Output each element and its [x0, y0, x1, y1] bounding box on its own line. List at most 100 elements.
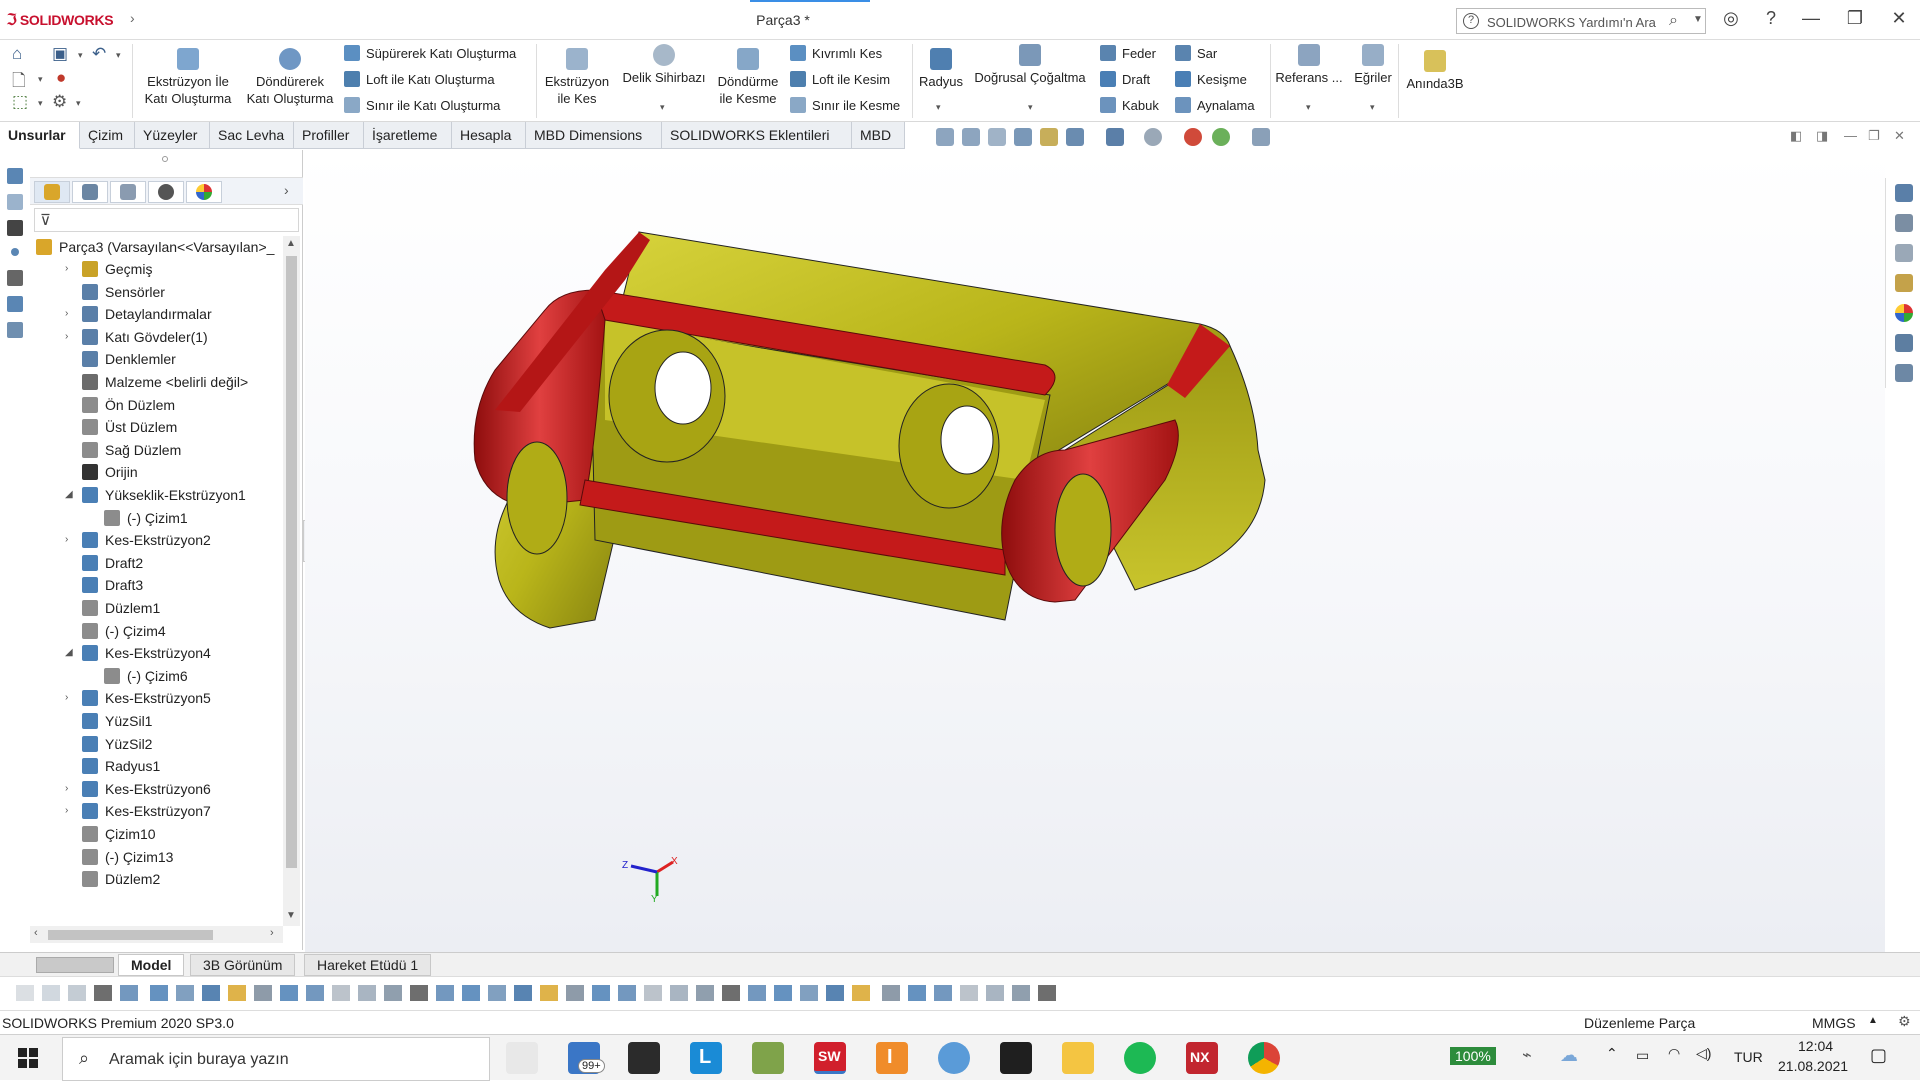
swept-cut-button[interactable]: Kıvrımlı Kes: [790, 45, 882, 61]
scroll-thumb[interactable]: [286, 256, 297, 868]
extrude-boss-button[interactable]: Ekstrüzyon İle Katı Oluşturma: [138, 48, 238, 107]
tree-item[interactable]: › Detaylandırmalar: [65, 303, 212, 325]
account-icon[interactable]: ◎: [1716, 8, 1746, 29]
toolbar-tool-icon[interactable]: [774, 985, 792, 1001]
expand-icon[interactable]: ›: [65, 778, 68, 800]
windows-start-icon[interactable]: [18, 1048, 38, 1068]
toolbar-tool-icon[interactable]: [826, 985, 844, 1001]
help-search-input[interactable]: SOLIDWORKS Yardımı'n Ara: [1487, 15, 1656, 30]
solidworks-resources-icon[interactable]: [1895, 184, 1913, 202]
tree-root-part[interactable]: Parça3 (Varsayılan<<Varsayılan>_: [36, 236, 274, 258]
toolbar-tool-icon[interactable]: [722, 985, 740, 1001]
toolbar-tool-icon[interactable]: [934, 985, 952, 1001]
tree-filter[interactable]: ⊽: [34, 208, 299, 232]
taskbar-search[interactable]: ⌕ Aramak için buraya yazın: [62, 1037, 490, 1081]
save-icon[interactable]: ▣: [52, 44, 68, 64]
tree-item[interactable]: Draft3: [82, 574, 143, 596]
expand-icon[interactable]: ›: [65, 800, 68, 822]
tab-property-manager[interactable]: [72, 181, 108, 203]
assembly-tool-icon[interactable]: [7, 322, 23, 338]
tree-item[interactable]: Düzlem2: [82, 868, 160, 890]
status-settings-icon[interactable]: ⚙: [1898, 1013, 1911, 1030]
fusion-app-icon[interactable]: [938, 1042, 970, 1074]
tab-evaluate[interactable]: Hesapla: [452, 122, 526, 149]
scroll-up-icon[interactable]: ▲: [286, 238, 296, 249]
zoom-to-fit-icon[interactable]: [936, 128, 954, 146]
select-dropdown-icon[interactable]: ▾: [38, 98, 43, 109]
toolbar-tool-icon[interactable]: [280, 985, 298, 1001]
options-gear-icon[interactable]: ⚙: [52, 92, 67, 112]
curves-dropdown-icon[interactable]: ▾: [1370, 102, 1375, 113]
panel-grip-icon[interactable]: [162, 156, 168, 162]
options-dropdown-icon[interactable]: ▾: [76, 98, 81, 109]
boundary-cut-button[interactable]: Sınır ile Kesme: [790, 97, 900, 113]
scroll-down-icon[interactable]: ▼: [286, 910, 296, 921]
toolbar-tool-icon[interactable]: [618, 985, 636, 1001]
tree-item[interactable]: ◢ Yükseklik-Ekstrüzyon1: [65, 484, 246, 506]
rib-button[interactable]: Feder: [1100, 45, 1156, 61]
toolbar-tool-icon[interactable]: [150, 985, 168, 1001]
toolbar-tool-icon[interactable]: [592, 985, 610, 1001]
toolbar-tool-icon[interactable]: [800, 985, 818, 1001]
view-palette-icon[interactable]: [1895, 274, 1913, 292]
edit-appearance-icon[interactable]: [1184, 128, 1202, 146]
file-explorer-icon[interactable]: [1895, 244, 1913, 262]
chevron-right-icon[interactable]: ›: [284, 182, 289, 198]
new-dropdown-icon[interactable]: ▾: [38, 74, 43, 85]
tab-navigation-buttons[interactable]: [36, 957, 114, 973]
loft-boss-button[interactable]: Loft ile Katı Oluşturma: [344, 71, 495, 87]
toolbar-tool-icon[interactable]: [436, 985, 454, 1001]
catia-app-icon[interactable]: [1000, 1042, 1032, 1074]
tree-item[interactable]: › Kes-Ekstrüzyon5: [65, 687, 211, 709]
tree-item[interactable]: Düzlem1: [82, 597, 160, 619]
hole-wizard-button[interactable]: Delik Sihirbazı: [618, 44, 710, 86]
panel-left-icon[interactable]: ◧: [1790, 128, 1802, 144]
tab-model[interactable]: Model: [118, 954, 185, 976]
solidworks-app-icon[interactable]: SW: [814, 1042, 846, 1074]
clock-date[interactable]: 21.08.2021: [1778, 1058, 1848, 1074]
intersect-button[interactable]: Kesişme: [1175, 71, 1247, 87]
units-chevron-up-icon[interactable]: ▲: [1868, 1015, 1878, 1026]
tree-item[interactable]: Ön Düzlem: [82, 394, 175, 416]
tab-display-manager[interactable]: [186, 181, 222, 203]
tab-feature-tree[interactable]: [34, 181, 70, 203]
linear-pattern-button[interactable]: Doğrusal Çoğaltma: [970, 44, 1090, 86]
section-view-icon[interactable]: [1014, 128, 1032, 146]
tab-mbd[interactable]: MBD: [852, 122, 905, 149]
tree-item[interactable]: Sensörler: [82, 281, 165, 303]
tree-item[interactable]: Draft2: [82, 552, 143, 574]
graphics-area[interactable]: X Y Z: [305, 150, 1885, 952]
toolbar-tool-icon[interactable]: [488, 985, 506, 1001]
tree-item[interactable]: › Kes-Ekstrüzyon6: [65, 778, 211, 800]
toolbar-tool-icon[interactable]: [254, 985, 272, 1001]
tree-item[interactable]: Denklemler: [82, 348, 176, 370]
reference-dropdown-icon[interactable]: ▾: [1306, 102, 1311, 113]
file-explorer-app-icon[interactable]: [1062, 1042, 1094, 1074]
appearances-icon[interactable]: [1895, 304, 1913, 322]
chevron-down-icon[interactable]: ▼: [1693, 14, 1703, 25]
view-orientation-icon[interactable]: [1066, 128, 1084, 146]
onedrive-icon[interactable]: ☁: [1560, 1045, 1578, 1066]
toolbar-tool-icon[interactable]: [384, 985, 402, 1001]
toolbar-tool-icon[interactable]: [986, 985, 1004, 1001]
toolbar-tool-icon[interactable]: [176, 985, 194, 1001]
undo-dropdown-icon[interactable]: ▾: [116, 50, 121, 61]
tree-item[interactable]: ◢ Kes-Ekstrüzyon4: [65, 642, 211, 664]
tab-markup[interactable]: İşaretleme: [364, 122, 452, 149]
select-icon[interactable]: ⬚: [12, 92, 28, 112]
toolbar-tool-icon[interactable]: [68, 985, 86, 1001]
mirror-button[interactable]: Aynalama: [1175, 97, 1255, 113]
apply-scene-icon[interactable]: [1212, 128, 1230, 146]
collapse-icon[interactable]: ◢: [65, 484, 73, 506]
expand-icon[interactable]: ›: [65, 303, 68, 325]
panel-right-icon[interactable]: ◨: [1816, 128, 1828, 144]
tab-solidworks-addins[interactable]: SOLIDWORKS Eklentileri: [662, 122, 852, 149]
spotify-app-icon[interactable]: [1124, 1042, 1156, 1074]
save-dropdown-icon[interactable]: ▾: [78, 50, 83, 61]
hide-show-items-icon[interactable]: [1144, 128, 1162, 146]
sketch-tool-icon[interactable]: [7, 168, 23, 184]
forum-icon[interactable]: [1895, 364, 1913, 382]
toolbar-tool-icon[interactable]: [228, 985, 246, 1001]
reference-geometry-button[interactable]: Referans ...: [1274, 44, 1344, 86]
dynamic-annotation-icon[interactable]: [1040, 128, 1058, 146]
